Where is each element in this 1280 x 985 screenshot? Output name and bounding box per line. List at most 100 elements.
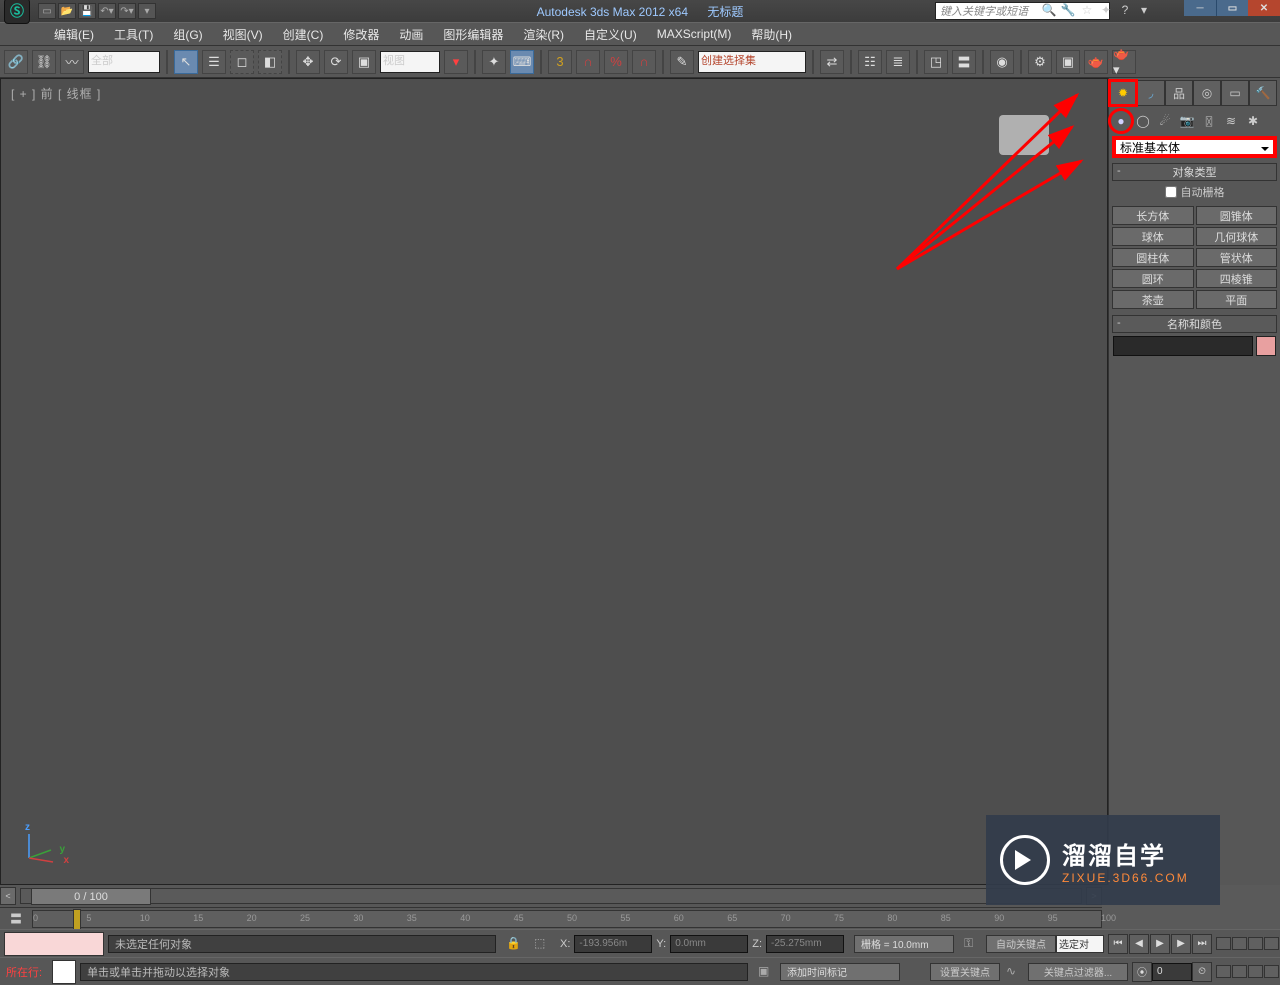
render-setup-icon[interactable]: ⚙ <box>1028 50 1052 74</box>
comm-center-icon[interactable]: ▣ <box>758 964 774 980</box>
prev-frame-icon[interactable]: ◀ <box>1129 934 1149 954</box>
autokey-button[interactable]: 自动关键点 <box>986 935 1056 953</box>
zoom-all-icon[interactable] <box>1232 937 1247 950</box>
selection-lock-icon[interactable]: 🔒 <box>506 936 522 952</box>
setkey-button[interactable]: 设置关键点 <box>930 963 1000 981</box>
new-file-icon[interactable]: ▭ <box>38 3 56 19</box>
script-input[interactable] <box>52 960 76 984</box>
layers-icon[interactable]: ≣ <box>886 50 910 74</box>
search-icon[interactable]: 🔍 <box>1041 2 1057 18</box>
x-coord-input[interactable]: -193.956m <box>574 935 652 953</box>
time-slider-handle[interactable]: 0 / 100 <box>31 888 151 905</box>
key-target-dropdown[interactable]: 选定对 <box>1056 935 1104 953</box>
select-by-name-icon[interactable]: ☰ <box>202 50 226 74</box>
undo-icon[interactable]: ↶▾ <box>98 3 116 19</box>
bind-spacewarp-icon[interactable]: 〰 <box>60 50 84 74</box>
btn-cylinder[interactable]: 圆柱体 <box>1112 248 1194 267</box>
menu-help[interactable]: 帮助(H) <box>741 23 802 45</box>
menu-edit[interactable]: 编辑(E) <box>44 23 104 45</box>
viewport[interactable]: [ + ] 前 [ 线框 ] zyx <box>0 78 1108 885</box>
viewport-label[interactable]: [ + ] 前 [ 线框 ] <box>11 85 101 102</box>
maxscript-mini-listener[interactable] <box>4 932 104 956</box>
menu-maxscript[interactable]: MAXScript(M) <box>647 23 742 45</box>
autogrid-check[interactable] <box>1165 186 1177 198</box>
btn-sphere[interactable]: 球体 <box>1112 227 1194 246</box>
close-button[interactable]: ✕ <box>1248 0 1280 16</box>
autogrid-checkbox[interactable]: 自动栅格 <box>1109 181 1280 203</box>
zoom-icon[interactable] <box>1216 937 1231 950</box>
orbit-icon[interactable] <box>1232 965 1247 978</box>
tab-utilities[interactable]: 🔨 <box>1249 80 1277 106</box>
render-icon[interactable]: 🫖 <box>1084 50 1108 74</box>
reference-coord-dropdown[interactable]: 视图 <box>380 51 440 73</box>
goto-end-icon[interactable]: ⏭ <box>1192 934 1212 954</box>
menu-tools[interactable]: 工具(T) <box>104 23 163 45</box>
tab-display[interactable]: ▭ <box>1221 80 1249 106</box>
trackbar-ruler[interactable]: 0510152025303540455055606570758085909510… <box>32 910 1102 928</box>
menu-views[interactable]: 视图(V) <box>213 23 273 45</box>
subtab-lights[interactable]: ☄ <box>1155 111 1175 131</box>
open-file-icon[interactable]: 📂 <box>58 3 76 19</box>
percent-snap-icon[interactable]: % <box>604 50 628 74</box>
select-object-icon[interactable]: ↖ <box>174 50 198 74</box>
btn-box[interactable]: 长方体 <box>1112 206 1194 225</box>
snap-toggle-icon[interactable]: 3 <box>548 50 572 74</box>
y-coord-input[interactable]: 0.0mm <box>670 935 748 953</box>
spinner-snap-icon[interactable]: ∩ <box>632 50 656 74</box>
align-icon[interactable]: ☷ <box>858 50 882 74</box>
trackbar-mini-curve-icon[interactable]: 〓 <box>4 909 28 929</box>
subtab-systems[interactable]: ✱ <box>1243 111 1263 131</box>
btn-geosphere[interactable]: 几何球体 <box>1196 227 1278 246</box>
current-frame-input[interactable]: 0 <box>1152 963 1192 981</box>
link-icon[interactable]: 🔗 <box>4 50 28 74</box>
subtab-geometry[interactable]: ● <box>1111 111 1131 131</box>
btn-cone[interactable]: 圆锥体 <box>1196 206 1278 225</box>
btn-tube[interactable]: 管状体 <box>1196 248 1278 267</box>
tab-motion[interactable]: ◎ <box>1193 80 1221 106</box>
menu-customize[interactable]: 自定义(U) <box>574 23 647 45</box>
menu-grapheditor[interactable]: 图形编辑器 <box>433 23 513 45</box>
time-tag-button[interactable]: 添加时间标记 <box>780 963 900 981</box>
pan-icon[interactable] <box>1216 965 1231 978</box>
btn-pyramid[interactable]: 四棱锥 <box>1196 269 1278 288</box>
track-bar[interactable]: 〓 05101520253035404550556065707580859095… <box>0 907 1102 929</box>
tab-create[interactable]: ✹ <box>1109 80 1137 106</box>
application-menu-icon[interactable]: Ⓢ <box>4 0 30 24</box>
btn-plane[interactable]: 平面 <box>1196 290 1278 309</box>
menu-modifiers[interactable]: 修改器 <box>333 23 389 45</box>
time-config-icon[interactable]: ⏲ <box>1192 962 1212 982</box>
rollout-name-color[interactable]: -名称和颜色 <box>1112 315 1277 333</box>
key-filters-icon[interactable]: ∿ <box>1006 964 1022 980</box>
tab-hierarchy[interactable]: 品 <box>1165 80 1193 106</box>
btn-teapot[interactable]: 茶壶 <box>1112 290 1194 309</box>
key-icon[interactable]: 🔧 <box>1060 2 1076 18</box>
menu-create[interactable]: 创建(C) <box>273 23 334 45</box>
selection-filter-dropdown[interactable]: 全部 <box>88 51 160 73</box>
curve-editor-icon[interactable]: ◳ <box>924 50 948 74</box>
pivot-center-icon[interactable]: ▾ <box>444 50 468 74</box>
key-filters-button[interactable]: 关键点过滤器... <box>1028 963 1128 981</box>
save-file-icon[interactable]: 💾 <box>78 3 96 19</box>
menu-group[interactable]: 组(G) <box>163 23 212 45</box>
subtab-spacewarps[interactable]: ≋ <box>1221 111 1241 131</box>
keyboard-shortcut-icon[interactable]: ⌨ <box>510 50 534 74</box>
rollout-object-type[interactable]: -对象类型 <box>1112 163 1277 181</box>
btn-torus[interactable]: 圆环 <box>1112 269 1194 288</box>
select-region-icon[interactable]: ◻ <box>230 50 254 74</box>
favorite-icon[interactable]: ✦ <box>1098 2 1114 18</box>
redo-icon[interactable]: ↷▾ <box>118 3 136 19</box>
window-crossing-icon[interactable]: ◧ <box>258 50 282 74</box>
key-mode-icon[interactable]: ⚿ <box>964 936 980 952</box>
select-manipulate-icon[interactable]: ✦ <box>482 50 506 74</box>
mirror-icon[interactable]: ⇄ <box>820 50 844 74</box>
scale-icon[interactable]: ▣ <box>352 50 376 74</box>
time-slider[interactable]: < 0 / 100 > <box>0 885 1102 907</box>
move-icon[interactable]: ✥ <box>296 50 320 74</box>
help-icon[interactable]: ? <box>1117 2 1133 18</box>
z-coord-input[interactable]: -25.275mm <box>766 935 844 953</box>
project-dropdown-icon[interactable]: ▾ <box>138 3 156 19</box>
subtab-helpers[interactable]: 〿 <box>1199 111 1219 131</box>
angle-snap-icon[interactable]: ∩ <box>576 50 600 74</box>
menu-rendering[interactable]: 渲染(R) <box>513 23 574 45</box>
rotate-icon[interactable]: ⟳ <box>324 50 348 74</box>
